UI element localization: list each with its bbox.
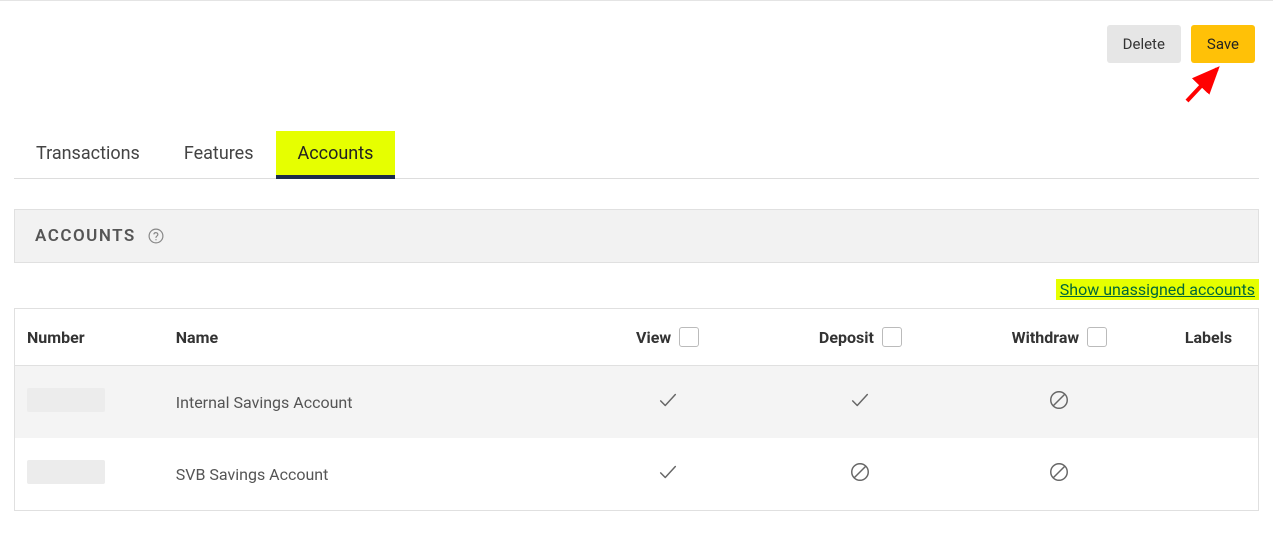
cell-view[interactable] (574, 438, 761, 511)
tab-features[interactable]: Features (162, 131, 276, 178)
cell-withdraw[interactable] (960, 366, 1159, 439)
col-header-withdraw-label: Withdraw (1012, 328, 1080, 347)
cell-labels (1159, 366, 1259, 439)
accounts-table: Number Name View Deposit Withdraw (14, 308, 1259, 511)
denied-icon (1048, 461, 1070, 483)
show-unassigned-row: Show unassigned accounts (14, 277, 1259, 302)
check-icon (849, 389, 871, 411)
tab-accounts[interactable]: Accounts (276, 131, 396, 178)
table-row[interactable]: SVB Savings Account (15, 438, 1259, 511)
denied-icon (849, 461, 871, 483)
cell-withdraw[interactable] (960, 438, 1159, 511)
col-header-deposit-label: Deposit (819, 328, 874, 347)
check-icon (657, 461, 679, 483)
cell-name: Internal Savings Account (164, 366, 575, 439)
cell-number (15, 438, 164, 511)
view-select-all-checkbox[interactable] (679, 327, 699, 347)
cell-view[interactable] (574, 366, 761, 439)
delete-button[interactable]: Delete (1107, 25, 1181, 63)
section-title: ACCOUNTS (35, 226, 136, 246)
cell-deposit[interactable] (761, 366, 960, 439)
redacted-number-icon (27, 388, 105, 412)
cell-name: SVB Savings Account (164, 438, 575, 511)
cell-number (15, 366, 164, 439)
annotation-arrow-icon (1181, 61, 1227, 107)
table-row[interactable]: Internal Savings Account (15, 366, 1259, 439)
denied-icon (1048, 389, 1070, 411)
top-actions-bar: Delete Save (14, 1, 1259, 63)
withdraw-select-all-checkbox[interactable] (1087, 327, 1107, 347)
help-icon[interactable] (146, 226, 166, 246)
check-icon (657, 389, 679, 411)
tab-bar: Transactions Features Accounts (14, 131, 1259, 179)
cell-labels (1159, 438, 1259, 511)
table-header-row: Number Name View Deposit Withdraw (15, 309, 1259, 366)
accounts-section-header: ACCOUNTS (14, 209, 1259, 263)
show-unassigned-link[interactable]: Show unassigned accounts (1060, 280, 1255, 299)
tab-transactions[interactable]: Transactions (14, 131, 162, 178)
save-button[interactable]: Save (1191, 25, 1255, 63)
col-header-name: Name (164, 309, 575, 366)
deposit-select-all-checkbox[interactable] (882, 327, 902, 347)
col-header-withdraw: Withdraw (960, 309, 1159, 366)
col-header-labels: Labels (1159, 309, 1259, 366)
col-header-view: View (574, 309, 761, 366)
col-header-view-label: View (636, 328, 671, 347)
col-header-number: Number (15, 309, 164, 366)
cell-deposit[interactable] (761, 438, 960, 511)
col-header-deposit: Deposit (761, 309, 960, 366)
redacted-number-icon (27, 460, 105, 484)
